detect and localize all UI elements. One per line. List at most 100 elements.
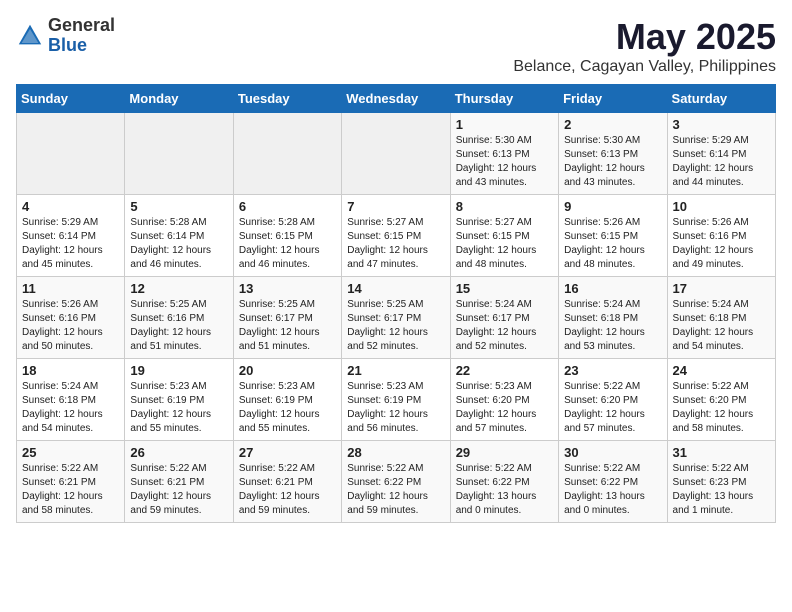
calendar-cell: 24 Sunrise: 5:22 AM Sunset: 6:20 PM Dayli… <box>667 359 775 441</box>
calendar-cell: 31 Sunrise: 5:22 AM Sunset: 6:23 PM Dayli… <box>667 441 775 523</box>
header-day: Wednesday <box>342 85 450 113</box>
day-info: Sunrise: 5:25 AM Sunset: 6:17 PM Dayligh… <box>347 298 444 354</box>
calendar-cell: 29Sunrise: 5:22 AM Sunset: 6:22 PM Dayli… <box>450 441 558 523</box>
day-number: 31 <box>673 445 770 460</box>
logo-blue: Blue <box>48 36 115 56</box>
day-number: 19 <box>130 363 227 378</box>
header-day: Monday <box>125 85 233 113</box>
day-info: Sunrise: 5:30 AM Sunset: 6:13 PM Dayligh… <box>456 134 553 190</box>
day-number: 2 <box>564 117 661 132</box>
day-info: Sunrise: 5:24 AM Sunset: 6:18 PM Dayligh… <box>673 298 770 354</box>
day-info: Sunrise: 5:27 AM Sunset: 6:15 PM Dayligh… <box>456 216 553 272</box>
day-number: 24 <box>673 363 770 378</box>
calendar-week: 18 Sunrise: 5:24 AM Sunset: 6:18 PM Dayli… <box>17 359 776 441</box>
calendar-cell: 9 Sunrise: 5:26 AM Sunset: 6:15 PM Daylig… <box>559 195 667 277</box>
day-number: 6 <box>239 199 336 214</box>
day-number: 16 <box>564 281 661 296</box>
day-number: 14 <box>347 281 444 296</box>
calendar-cell: 11 Sunrise: 5:26 AM Sunset: 6:16 PM Dayli… <box>17 277 125 359</box>
calendar-table: SundayMondayTuesdayWednesdayThursdayFrid… <box>16 84 776 523</box>
calendar-cell <box>233 113 341 195</box>
location-title: Belance, Cagayan Valley, Philippines <box>513 58 776 76</box>
day-number: 18 <box>22 363 119 378</box>
day-number: 15 <box>456 281 553 296</box>
day-info: Sunrise: 5:24 AM Sunset: 6:17 PM Dayligh… <box>456 298 553 354</box>
calendar-cell: 12Sunrise: 5:25 AM Sunset: 6:16 PM Dayli… <box>125 277 233 359</box>
day-info: Sunrise: 5:26 AM Sunset: 6:15 PM Dayligh… <box>564 216 661 272</box>
calendar-cell: 26 Sunrise: 5:22 AM Sunset: 6:21 PM Dayli… <box>125 441 233 523</box>
day-number: 1 <box>456 117 553 132</box>
calendar-cell: 28 Sunrise: 5:22 AM Sunset: 6:22 PM Dayli… <box>342 441 450 523</box>
day-info: Sunrise: 5:22 AM Sunset: 6:22 PM Dayligh… <box>347 462 444 518</box>
calendar-cell: 16 Sunrise: 5:24 AM Sunset: 6:18 PM Dayli… <box>559 277 667 359</box>
calendar-cell: 8 Sunrise: 5:27 AM Sunset: 6:15 PM Daylig… <box>450 195 558 277</box>
calendar-cell: 20 Sunrise: 5:23 AM Sunset: 6:19 PM Dayli… <box>233 359 341 441</box>
day-info: Sunrise: 5:23 AM Sunset: 6:19 PM Dayligh… <box>239 380 336 436</box>
header-day: Saturday <box>667 85 775 113</box>
calendar-cell: 1 Sunrise: 5:30 AM Sunset: 6:13 PM Daylig… <box>450 113 558 195</box>
calendar-cell <box>17 113 125 195</box>
calendar-cell: 18 Sunrise: 5:24 AM Sunset: 6:18 PM Dayli… <box>17 359 125 441</box>
day-number: 9 <box>564 199 661 214</box>
day-info: Sunrise: 5:22 AM Sunset: 6:21 PM Dayligh… <box>22 462 119 518</box>
day-number: 7 <box>347 199 444 214</box>
header-day: Sunday <box>17 85 125 113</box>
calendar-cell: 14 Sunrise: 5:25 AM Sunset: 6:17 PM Dayli… <box>342 277 450 359</box>
day-number: 20 <box>239 363 336 378</box>
day-info: Sunrise: 5:24 AM Sunset: 6:18 PM Dayligh… <box>22 380 119 436</box>
header-day: Tuesday <box>233 85 341 113</box>
calendar-cell: 17Sunrise: 5:24 AM Sunset: 6:18 PM Dayli… <box>667 277 775 359</box>
calendar-cell: 3Sunrise: 5:29 AM Sunset: 6:14 PM Daylig… <box>667 113 775 195</box>
day-info: Sunrise: 5:28 AM Sunset: 6:14 PM Dayligh… <box>130 216 227 272</box>
day-info: Sunrise: 5:24 AM Sunset: 6:18 PM Dayligh… <box>564 298 661 354</box>
header-day: Thursday <box>450 85 558 113</box>
day-info: Sunrise: 5:23 AM Sunset: 6:19 PM Dayligh… <box>130 380 227 436</box>
day-info: Sunrise: 5:22 AM Sunset: 6:22 PM Dayligh… <box>564 462 661 518</box>
day-info: Sunrise: 5:26 AM Sunset: 6:16 PM Dayligh… <box>673 216 770 272</box>
day-info: Sunrise: 5:22 AM Sunset: 6:20 PM Dayligh… <box>673 380 770 436</box>
header-day: Friday <box>559 85 667 113</box>
calendar-cell: 30 Sunrise: 5:22 AM Sunset: 6:22 PM Dayli… <box>559 441 667 523</box>
calendar-cell: 2Sunrise: 5:30 AM Sunset: 6:13 PM Daylig… <box>559 113 667 195</box>
day-info: Sunrise: 5:22 AM Sunset: 6:21 PM Dayligh… <box>130 462 227 518</box>
day-info: Sunrise: 5:22 AM Sunset: 6:23 PM Dayligh… <box>673 462 770 518</box>
day-info: Sunrise: 5:29 AM Sunset: 6:14 PM Dayligh… <box>673 134 770 190</box>
day-info: Sunrise: 5:26 AM Sunset: 6:16 PM Dayligh… <box>22 298 119 354</box>
logo-general: General <box>48 16 115 36</box>
calendar-week: 1 Sunrise: 5:30 AM Sunset: 6:13 PM Daylig… <box>17 113 776 195</box>
logo: General Blue <box>16 16 115 56</box>
day-number: 4 <box>22 199 119 214</box>
day-number: 13 <box>239 281 336 296</box>
day-info: Sunrise: 5:22 AM Sunset: 6:21 PM Dayligh… <box>239 462 336 518</box>
day-number: 28 <box>347 445 444 460</box>
calendar-cell <box>125 113 233 195</box>
calendar-cell: 15 Sunrise: 5:24 AM Sunset: 6:17 PM Dayli… <box>450 277 558 359</box>
calendar-cell <box>342 113 450 195</box>
day-number: 8 <box>456 199 553 214</box>
calendar-cell: 27 Sunrise: 5:22 AM Sunset: 6:21 PM Dayli… <box>233 441 341 523</box>
header-row: SundayMondayTuesdayWednesdayThursdayFrid… <box>17 85 776 113</box>
month-title: May 2025 <box>513 16 776 58</box>
day-number: 25 <box>22 445 119 460</box>
day-number: 23 <box>564 363 661 378</box>
day-number: 27 <box>239 445 336 460</box>
day-number: 29 <box>456 445 553 460</box>
day-number: 5 <box>130 199 227 214</box>
calendar-cell: 13Sunrise: 5:25 AM Sunset: 6:17 PM Dayli… <box>233 277 341 359</box>
page-header: General Blue May 2025 Belance, Cagayan V… <box>16 16 776 76</box>
logo-icon <box>16 22 44 50</box>
calendar-cell: 22Sunrise: 5:23 AM Sunset: 6:20 PM Dayli… <box>450 359 558 441</box>
day-info: Sunrise: 5:23 AM Sunset: 6:20 PM Dayligh… <box>456 380 553 436</box>
calendar-cell: 10Sunrise: 5:26 AM Sunset: 6:16 PM Dayli… <box>667 195 775 277</box>
day-number: 30 <box>564 445 661 460</box>
day-number: 11 <box>22 281 119 296</box>
calendar-cell: 5 Sunrise: 5:28 AM Sunset: 6:14 PM Daylig… <box>125 195 233 277</box>
day-number: 21 <box>347 363 444 378</box>
calendar-cell: 23 Sunrise: 5:22 AM Sunset: 6:20 PM Dayli… <box>559 359 667 441</box>
calendar-cell: 25 Sunrise: 5:22 AM Sunset: 6:21 PM Dayli… <box>17 441 125 523</box>
logo-text: General Blue <box>48 16 115 56</box>
calendar-cell: 4Sunrise: 5:29 AM Sunset: 6:14 PM Daylig… <box>17 195 125 277</box>
day-number: 26 <box>130 445 227 460</box>
day-info: Sunrise: 5:22 AM Sunset: 6:20 PM Dayligh… <box>564 380 661 436</box>
day-info: Sunrise: 5:25 AM Sunset: 6:16 PM Dayligh… <box>130 298 227 354</box>
